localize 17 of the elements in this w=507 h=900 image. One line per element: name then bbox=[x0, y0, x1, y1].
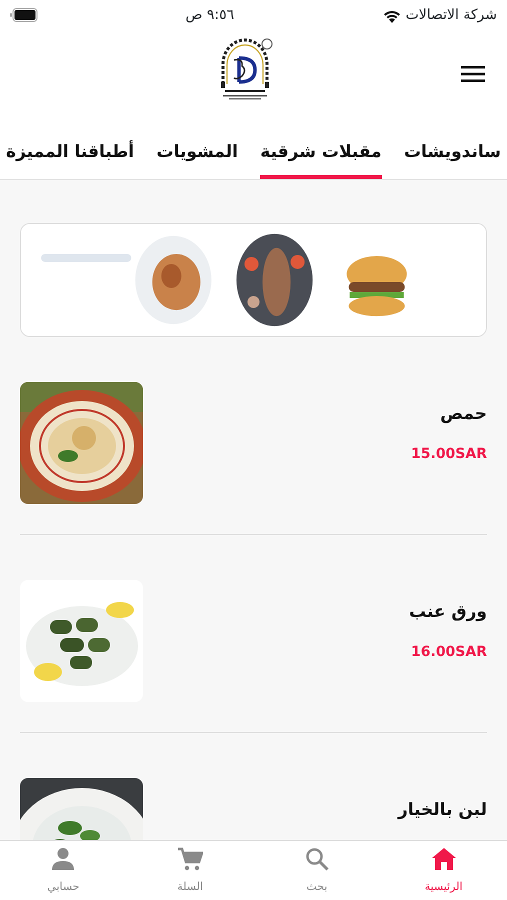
menu-icon[interactable] bbox=[461, 65, 485, 83]
dish-name: ورق عنب bbox=[408, 601, 487, 624]
category-tab[interactable]: أطباقنا المميزة bbox=[6, 140, 134, 179]
category-tab[interactable]: المشويات bbox=[156, 140, 238, 179]
dish-name: حمص bbox=[440, 403, 487, 426]
carrier-name: شركة الاتصالات bbox=[406, 6, 497, 24]
search-icon bbox=[304, 847, 329, 871]
clock-time: ٩:٥٦ ص bbox=[185, 6, 234, 24]
dish-price: 15.00SAR bbox=[411, 444, 487, 464]
category-tab[interactable]: ساندويشات bbox=[404, 140, 501, 179]
cart-icon bbox=[177, 847, 204, 871]
dish-name: لبن بالخيار bbox=[398, 799, 487, 822]
dish-price: 16.00SAR bbox=[411, 642, 487, 662]
nav-tab[interactable]: الرئيسية bbox=[380, 841, 507, 900]
home-icon bbox=[430, 847, 457, 871]
battery-icon bbox=[10, 8, 38, 22]
person-icon bbox=[52, 847, 74, 871]
